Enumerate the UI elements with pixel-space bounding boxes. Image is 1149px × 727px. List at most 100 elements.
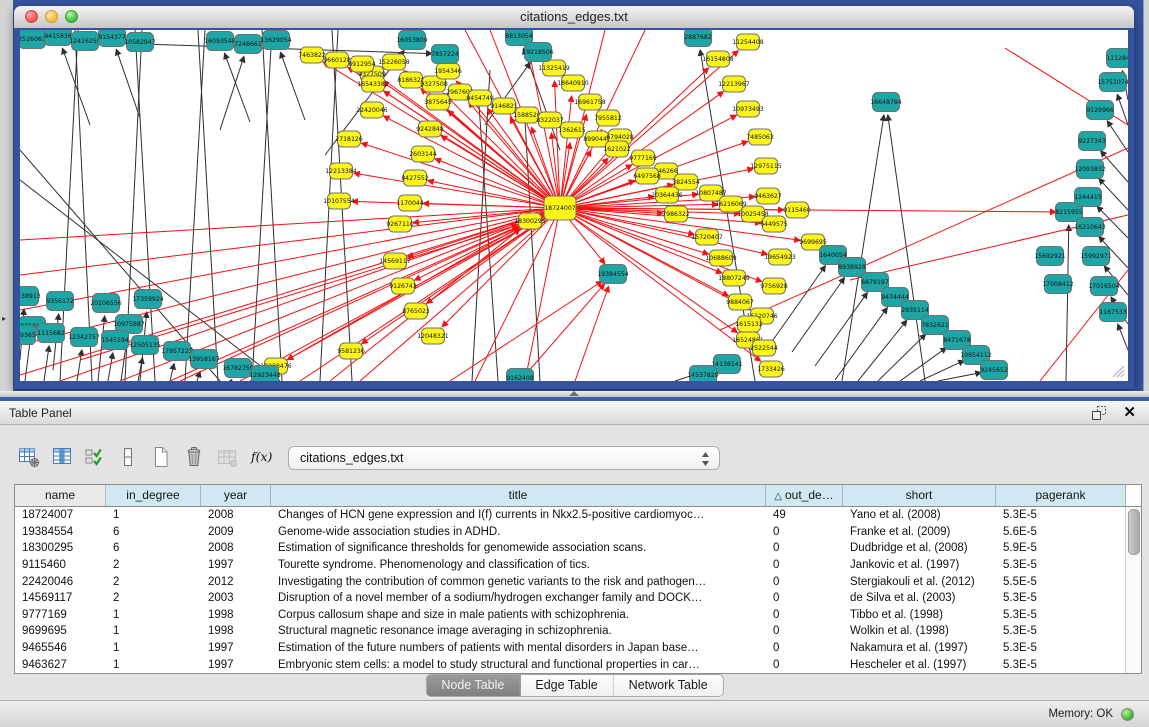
graph-node[interactable]: 18300295 [514,213,546,229]
graph-node[interactable]: 20206556 [90,294,122,313]
graph-node[interactable]: 15720407 [691,229,723,245]
graph-node[interactable]: 10688609 [705,250,737,266]
graph-node[interactable]: 15692921 [1034,247,1066,266]
graph-node[interactable]: 2718126 [335,131,363,147]
graph-node[interactable]: 8765023 [402,303,430,319]
delete-columns-icon[interactable] [181,445,207,471]
table-row[interactable]: 1872400712008Changes of HCN gene express… [15,507,1126,524]
graph-node[interactable]: 2526063 [20,30,46,49]
graph-node[interactable]: 1621022 [603,141,631,157]
graph-node[interactable]: 17016504 [1088,277,1120,296]
graph-node[interactable]: 18640910 [557,75,589,91]
function-builder-icon[interactable]: f(x) [247,445,273,471]
graph-node[interactable]: 2887682 [684,30,712,47]
graph-node[interactable]: 16210643 [1074,218,1106,237]
graph-node[interactable]: 14537829 [687,366,719,382]
graph-node[interactable]: 9129966 [1086,101,1114,120]
window-titlebar[interactable]: citations_edges.txt [14,6,1134,29]
graph-node[interactable]: 12342757 [68,328,100,347]
graph-node[interactable]: 17359924 [132,290,164,309]
graph-node[interactable]: 15992971 [1080,247,1112,266]
graph-node[interactable]: 9126743 [389,278,417,294]
graph-node[interactable]: 1362615 [558,122,586,138]
graph-node[interactable]: 16543382 [357,76,389,92]
graph-node[interactable]: 14569117 [379,253,411,269]
scrollbar-thumb[interactable] [1128,509,1140,555]
graph-node[interactable]: 9162408 [506,369,534,382]
window-resize-grip[interactable] [1111,364,1125,378]
graph-node[interactable]: 1545194 [101,331,129,350]
graph-node[interactable]: 12048321 [417,328,449,344]
column-header-year[interactable]: year [201,485,271,506]
graph-node[interactable]: 9777169 [629,150,657,166]
graph-node[interactable]: 1115682 [37,324,65,343]
graph-node[interactable]: 9756928 [760,278,788,294]
graph-node[interactable]: 6497568 [633,168,661,184]
graph-node[interactable]: 12505135 [129,336,161,355]
graph-node[interactable]: 10582947 [124,33,156,52]
network-canvas[interactable]: 1872400715226058932750981863289327508195… [20,30,1128,381]
graph-node[interactable]: 16961758 [574,94,606,110]
graph-node[interactable]: 15751074 [1097,73,1128,92]
graph-node[interactable]: 20364436 [651,187,683,203]
graph-node[interactable]: 9884067 [726,294,754,310]
tab-network-table[interactable]: Network Table [614,675,723,696]
deselect-rows-icon[interactable] [115,445,141,471]
table-row[interactable]: 1830029562008Estimation of significance … [15,540,1126,557]
graph-node[interactable]: 2522544 [750,340,778,356]
graph-node[interactable]: 18807249 [718,270,750,286]
network-window[interactable]: citations_edges.txt 18724007152260589327… [14,6,1134,389]
graph-node[interactable]: 2603144 [409,146,437,162]
graph-node[interactable]: 8912954 [348,56,376,72]
graph-node[interactable]: 12213384 [325,163,357,179]
table-row[interactable]: 977716911998Corpus callosum shape and si… [15,607,1126,624]
graph-node[interactable]: 11325419 [538,60,570,76]
graph-node[interactable]: 9115460 [783,202,811,218]
graph-node[interactable]: 17008412 [1042,275,1074,294]
graph-node[interactable]: 8154377 [98,30,126,47]
table-row[interactable]: 946554611997Estimation of the future num… [15,640,1126,657]
graph-node[interactable]: 3919365 [20,326,36,345]
graph-node[interactable]: 11254408 [732,34,764,50]
column-header-in_degree[interactable]: in_degree [106,485,201,506]
column-header-name[interactable]: name [15,485,106,506]
table-row[interactable]: 946362711997Embryonic stem cells: a mode… [15,656,1126,673]
graph-node[interactable]: 1954346 [434,63,462,79]
table-row[interactable]: 969969511998Structural magnetic resonanc… [15,623,1126,640]
table-row[interactable]: 2242004622012Investigating the contribut… [15,573,1126,590]
column-header-pagerank[interactable]: pagerank [996,485,1126,506]
graph-node[interactable]: 10107554 [323,193,355,209]
table-row[interactable]: 1938455462009Genome-wide association stu… [15,524,1126,541]
zoom-window-button[interactable] [65,10,78,23]
network-table-select[interactable]: citations_edges.txt [288,446,720,470]
graph-node[interactable]: 18724007 [544,196,576,220]
graph-node[interactable]: 7955812 [594,110,622,126]
graph-node[interactable]: 13958167 [188,350,220,369]
graph-node[interactable]: 8938928 [838,258,866,277]
graph-node[interactable]: 1112843 [1106,49,1128,68]
tab-edge-table[interactable]: Edge Table [520,675,613,696]
graph-node[interactable]: 10973493 [732,101,764,117]
graph-node[interactable]: 19218506 [522,43,554,62]
graph-node[interactable]: 9245652 [980,361,1008,380]
table-row[interactable]: 1456911722003Disruption of a novel membe… [15,590,1126,607]
graph-node[interactable]: 9242848 [416,121,444,137]
graph-node[interactable]: 12975115 [750,158,782,174]
column-header-short[interactable]: short [843,485,996,506]
graph-node[interactable]: 16648784 [870,93,902,112]
graph-node[interactable]: 1615132 [735,316,763,332]
graph-node[interactable]: 15238913 [20,287,41,306]
graph-node[interactable]: 22420046 [356,102,388,118]
graph-node[interactable]: 7248661 [234,35,262,54]
graph-node[interactable]: 7986322 [662,206,690,222]
graph-node[interactable]: 9660128 [323,52,351,68]
graph-node[interactable]: 12416259 [69,32,101,51]
graph-node[interactable]: 7857224 [431,45,459,64]
graph-node[interactable]: 16154808 [702,51,734,67]
close-window-button[interactable] [25,10,38,23]
graph-node[interactable]: 1170044 [396,195,424,211]
graph-node[interactable]: 9267110 [386,216,414,232]
graph-node[interactable]: 1244415 [1074,188,1102,207]
select-all-rows-icon[interactable] [82,445,108,471]
graph-node[interactable]: 8427552 [401,170,429,186]
